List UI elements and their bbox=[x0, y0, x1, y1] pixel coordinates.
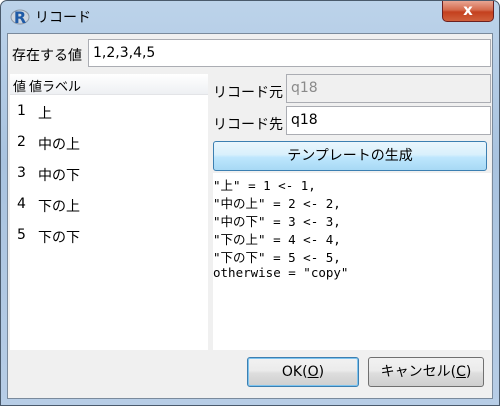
item-value: 5 bbox=[17, 227, 26, 243]
existing-values-field[interactable]: 1,2,3,4,5 bbox=[88, 39, 491, 67]
recode-target-field[interactable]: q18 bbox=[286, 106, 491, 135]
list-item[interactable]: 2 中の上 bbox=[10, 127, 208, 158]
cancel-label: キャンセル( bbox=[380, 364, 457, 380]
title-bar[interactable]: R リコード x bbox=[1, 1, 499, 33]
cancel-button[interactable]: キャンセル(C) bbox=[368, 357, 484, 387]
list-item[interactable]: 1 上 bbox=[10, 96, 208, 127]
close-icon: x bbox=[463, 1, 473, 19]
item-label: 下の下 bbox=[38, 230, 80, 246]
r-app-icon: R bbox=[10, 8, 30, 27]
cancel-label-end: ) bbox=[465, 364, 472, 380]
dialog-body: 存在する値 1,2,3,4,5 値 値ラベル 1 上 2 中の上 3 中の下 4… bbox=[7, 33, 493, 399]
dialog-window: R リコード x 存在する値 1,2,3,4,5 値 値ラベル 1 上 2 中の… bbox=[0, 0, 500, 406]
ok-mnemonic: O bbox=[307, 364, 319, 380]
code-line: "下の下" = 5 <- 5, bbox=[213, 250, 341, 265]
ok-label: OK( bbox=[281, 364, 308, 380]
list-item[interactable]: 4 下の上 bbox=[10, 189, 208, 220]
recode-source-label: リコード元 bbox=[213, 85, 283, 101]
item-value: 1 bbox=[17, 103, 26, 119]
list-item[interactable]: 3 中の下 bbox=[10, 158, 208, 189]
item-value: 2 bbox=[17, 134, 26, 150]
existing-values-label: 存在する値 bbox=[12, 48, 82, 64]
svg-text:R: R bbox=[14, 8, 26, 27]
code-line: "下の上" = 4 <- 4, bbox=[213, 232, 341, 247]
code-line: "中の下" = 3 <- 3, bbox=[213, 214, 341, 229]
code-line: "上" = 1 <- 1, bbox=[213, 178, 316, 193]
item-label: 上 bbox=[38, 106, 52, 122]
recode-source-field: q18 bbox=[286, 74, 491, 103]
item-value: 3 bbox=[17, 165, 26, 181]
value-label-list[interactable]: 値 値ラベル 1 上 2 中の上 3 中の下 4 下の上 5 下の下 bbox=[10, 74, 208, 350]
code-line: "中の上" = 2 <- 2, bbox=[213, 196, 341, 211]
item-label: 中の上 bbox=[38, 137, 80, 153]
item-label: 下の上 bbox=[38, 199, 80, 215]
code-line: otherwise = "copy" bbox=[213, 265, 349, 280]
column-header-value[interactable]: 値 bbox=[13, 76, 26, 95]
generate-template-button[interactable]: テンプレートの生成 bbox=[213, 141, 487, 171]
window-title: リコード bbox=[35, 10, 91, 26]
item-value: 4 bbox=[17, 196, 26, 212]
column-header-label[interactable]: 値ラベル bbox=[29, 76, 81, 95]
recode-code-editor[interactable]: "上" = 1 <- 1, "中の上" = 2 <- 2, "中の下" = 3 … bbox=[213, 173, 491, 350]
recode-target-label: リコード先 bbox=[213, 117, 283, 133]
list-item[interactable]: 5 下の下 bbox=[10, 220, 208, 251]
ok-button[interactable]: OK(O) bbox=[247, 357, 359, 387]
list-header: 値 値ラベル bbox=[10, 74, 208, 95]
close-button[interactable]: x bbox=[442, 1, 494, 22]
cancel-mnemonic: C bbox=[456, 364, 466, 380]
item-label: 中の下 bbox=[38, 168, 80, 184]
ok-label-end: ) bbox=[318, 364, 325, 380]
